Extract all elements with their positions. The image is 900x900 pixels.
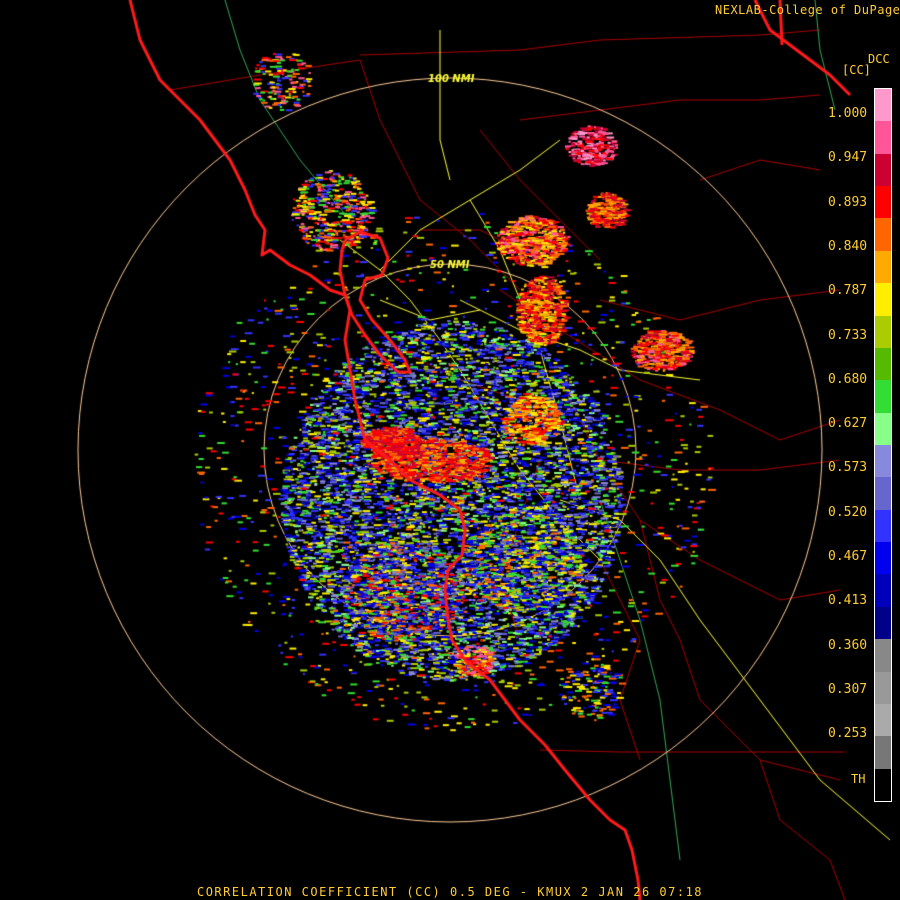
threshold-label: TH [851,772,866,786]
scale-swatch [875,380,891,414]
scale-swatch [875,347,891,382]
scale-swatch [875,412,891,446]
scale-tick-label: 0.733 [828,327,868,343]
scale-swatch [875,315,891,349]
scale-swatch [875,218,891,252]
scale-swatch [875,606,891,641]
scale-swatch [875,574,891,608]
scale-swatch [875,89,891,123]
scale-swatch [875,445,891,479]
scale-tick-label: 0.413 [828,593,868,609]
scale-tick-label: 0.627 [828,416,868,432]
scale-tick-label: 0.253 [828,726,868,742]
scale-swatch [875,639,891,673]
scale-swatch [875,153,891,188]
scale-tick-label: 0.787 [828,283,868,299]
credit-text: NEXLAB-College of DuPage [715,3,900,17]
scale-tick-label: 0.680 [828,371,868,387]
scale-swatch [875,477,891,511]
scale-tick-label: 0.360 [828,637,868,653]
radar-map [0,0,900,900]
scale-tick-label: 0.840 [828,238,868,254]
product-unit-label: [CC] [842,63,871,77]
scale-tick-label: 0.307 [828,681,868,697]
scale-tick-label: 0.520 [828,504,868,520]
scale-swatch [875,768,891,801]
color-scale-bar [874,88,892,802]
product-caption: CORRELATION COEFFICIENT (CC) 0.5 DEG - K… [196,885,704,899]
credit-label[interactable]: NEXLAB-College of DuPage ↗ [715,3,900,17]
scale-swatch [875,186,891,220]
scale-swatch [875,283,891,317]
scale-tick-label: 0.467 [828,549,868,564]
scale-tick-label: 0.947 [828,150,868,166]
scale-tick-label: 0.573 [828,460,868,476]
scale-tick-label: 0.893 [828,194,868,210]
scale-swatch [875,542,891,576]
scale-swatch [875,250,891,285]
scale-swatch [875,671,891,705]
product-id-label: DCC [868,52,890,66]
scale-swatch [875,509,891,544]
scale-swatch [875,703,891,738]
scale-tick-label: 1.000 [828,106,868,121]
scale-swatch [875,121,891,155]
scale-swatch [875,736,891,770]
